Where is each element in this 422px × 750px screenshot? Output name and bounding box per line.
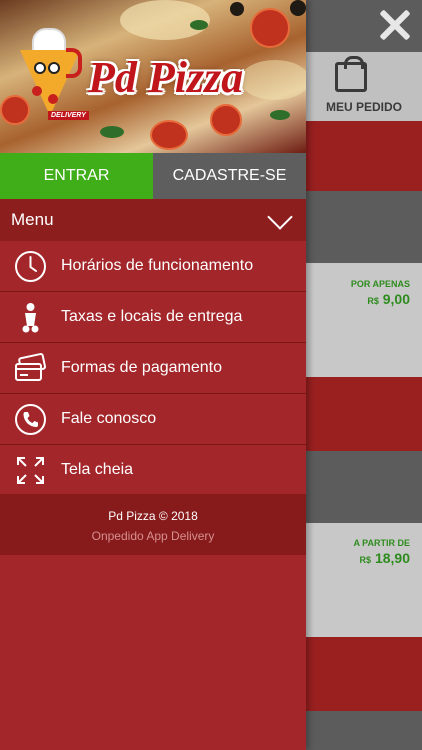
copyright-text: Pd Pizza © 2018 xyxy=(108,509,198,523)
credit-card-icon xyxy=(15,353,47,381)
drawer-footer: Pd Pizza © 2018 Onpedido App Delivery xyxy=(0,494,306,555)
menu-item-label: Formas de pagamento xyxy=(61,359,222,376)
menu-item-label: Horários de funcionamento xyxy=(61,257,254,274)
powered-by-text[interactable]: Onpedido App Delivery xyxy=(0,529,306,543)
phone-icon xyxy=(15,404,46,435)
delivery-tag: DELIVERY xyxy=(48,111,89,120)
signup-button[interactable]: CADASTRE-SE xyxy=(153,153,306,199)
login-button[interactable]: ENTRAR xyxy=(0,153,153,199)
menu-item-label: Taxas e locais de entrega xyxy=(61,308,243,325)
menu-item-delivery-fees[interactable]: Taxas e locais de entrega xyxy=(0,292,306,343)
price-value: R$ 18,90 xyxy=(359,550,410,566)
price-value: R$ 9,00 xyxy=(367,291,410,307)
chevron-down-icon xyxy=(267,204,293,230)
auth-buttons: ENTRAR CADASTRE-SE xyxy=(0,153,306,199)
price-caption: POR APENAS xyxy=(350,279,410,289)
my-order-tab[interactable]: MEU PEDIDO xyxy=(306,52,422,121)
price-box-1: POR APENAS R$ 9,00 xyxy=(306,279,422,307)
menu-item-label: Tela cheia xyxy=(61,461,134,478)
menu-title: Menu xyxy=(11,210,54,229)
menu-list: Horários de funcionamento Taxas e locais… xyxy=(0,241,306,496)
menu-item-fullscreen[interactable]: Tela cheia xyxy=(0,445,306,496)
brand-logo-text: Pd Pizza xyxy=(88,53,244,102)
my-order-label: MEU PEDIDO xyxy=(325,100,402,114)
menu-item-label: Fale conosco xyxy=(61,410,157,427)
clock-icon xyxy=(15,251,46,282)
side-drawer: DELIVERY Pd Pizza ENTRAR CADASTRE-SE Men… xyxy=(0,0,306,750)
shopping-bag-icon xyxy=(335,56,367,92)
close-icon[interactable] xyxy=(376,6,414,44)
price-caption: A PARTIR DE xyxy=(353,538,410,548)
fullscreen-icon xyxy=(17,457,44,484)
price-box-2: A PARTIR DE R$ 18,90 xyxy=(306,538,422,566)
drawer-header: DELIVERY Pd Pizza xyxy=(0,0,306,153)
menu-item-contact[interactable]: Fale conosco xyxy=(0,394,306,445)
menu-header[interactable]: Menu xyxy=(0,199,306,241)
scooter-icon xyxy=(22,303,39,333)
menu-item-payment-methods[interactable]: Formas de pagamento xyxy=(0,343,306,394)
menu-item-opening-hours[interactable]: Horários de funcionamento xyxy=(0,241,306,292)
